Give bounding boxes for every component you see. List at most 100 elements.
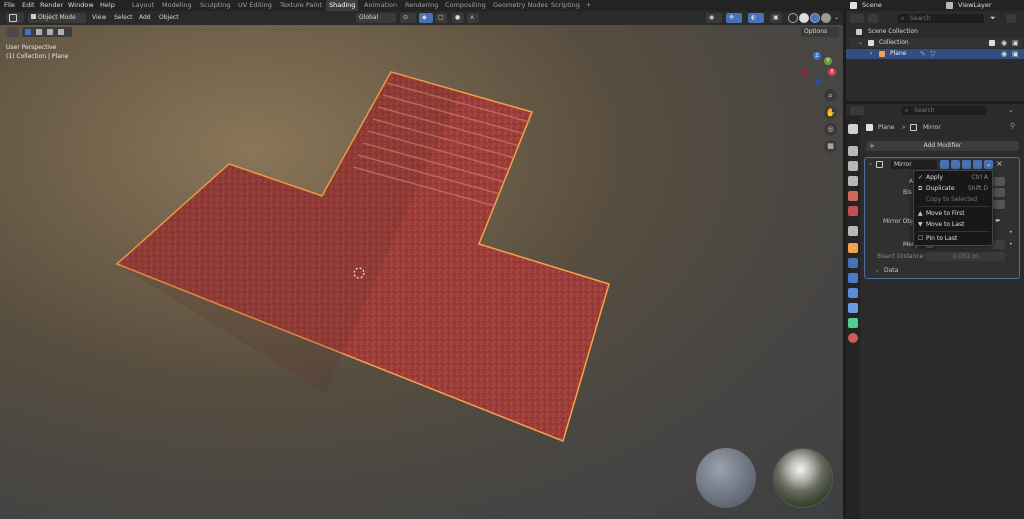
outliner-display-mode-icon[interactable] <box>868 14 878 23</box>
menu-render[interactable]: Render <box>40 0 63 11</box>
menu-edit[interactable]: Edit <box>22 0 35 11</box>
tab-uv-editing[interactable]: UV Editing <box>235 0 275 11</box>
shading-rendered-button[interactable] <box>821 13 831 23</box>
camera-view-icon[interactable]: ◎ <box>824 123 837 136</box>
xray-toggle[interactable]: ▣ <box>770 13 782 23</box>
keyframe-dot-icon[interactable]: • <box>1009 241 1013 248</box>
filter-icon[interactable]: ⏷ <box>990 14 1000 23</box>
add-modifier-button[interactable]: + Add Modifier <box>866 141 1019 151</box>
shading-wireframe-button[interactable] <box>788 13 798 23</box>
pan-hand-icon[interactable]: ✋ <box>824 106 837 119</box>
bisect-distance-field[interactable]: 0.001 m <box>926 252 1005 261</box>
outliner-editor-type-icon[interactable] <box>850 14 864 23</box>
menu-item-move-to-first[interactable]: ▲ Move to First <box>918 209 990 219</box>
scene-tab-icon[interactable] <box>848 191 858 201</box>
properties-editor-type-icon[interactable] <box>850 106 864 115</box>
camera-icon[interactable]: ▣ <box>1012 49 1019 59</box>
tab-compositing[interactable]: Compositing <box>442 0 489 11</box>
tab-geometry-nodes[interactable]: Geometry Nodes <box>490 0 551 11</box>
new-collection-icon[interactable] <box>1006 14 1016 23</box>
chevron-right-icon[interactable]: › <box>870 49 872 59</box>
overlay-toggle[interactable]: ◐ <box>748 13 764 23</box>
menu-item-move-to-last[interactable]: ▼ Move to Last <box>918 220 990 230</box>
snap-target-button[interactable]: ▢ <box>435 13 447 23</box>
view-layer-tab-icon[interactable] <box>848 176 858 186</box>
constraints-tab-icon[interactable] <box>848 303 858 313</box>
collapse-chevron-icon[interactable]: ⌄ <box>868 160 873 167</box>
gizmo-neg-z-axis[interactable] <box>815 78 822 85</box>
navigation-gizmo[interactable]: Z Y X <box>796 48 838 90</box>
eye-icon[interactable]: ◉ <box>1001 38 1007 48</box>
material-tab-icon[interactable] <box>848 333 858 343</box>
render-tab-icon[interactable] <box>848 146 858 156</box>
eyedropper-icon[interactable]: ✒ <box>995 217 1001 225</box>
tab-texture-paint[interactable]: Texture Paint <box>277 0 325 11</box>
particles-tab-icon[interactable] <box>848 273 858 283</box>
menu-help[interactable]: Help <box>100 0 115 11</box>
tab-modeling[interactable]: Modeling <box>159 0 195 11</box>
mode-selector[interactable]: Object Mode <box>28 13 86 23</box>
remove-modifier-close-icon[interactable]: × <box>996 159 1003 168</box>
tab-animation[interactable]: Animation <box>361 0 400 11</box>
viewport-toggle-icon[interactable] <box>962 160 971 169</box>
menu-window[interactable]: Window <box>68 0 94 11</box>
pivot-point-button[interactable]: ⊙ <box>400 13 416 23</box>
output-tab-icon[interactable] <box>848 161 858 171</box>
render-toggle-icon[interactable] <box>973 160 982 169</box>
data-subpanel-label[interactable]: Data <box>884 266 898 275</box>
editor-type-button[interactable] <box>6 13 24 23</box>
checkbox-icon[interactable] <box>989 40 995 46</box>
menu-object[interactable]: Object <box>159 13 179 23</box>
physics-tab-icon[interactable] <box>848 288 858 298</box>
transform-orientation-selector[interactable]: Global <box>356 13 396 23</box>
camera-icon[interactable]: ▣ <box>1012 38 1019 48</box>
mesh-data-tab-icon[interactable] <box>848 318 858 328</box>
modifier-wrench-tab-icon[interactable] <box>848 258 858 268</box>
gizmo-neg-x-axis[interactable] <box>801 69 808 76</box>
shading-solid-button[interactable] <box>799 13 809 23</box>
view-layer-selector[interactable]: ViewLayer <box>958 0 992 11</box>
axis-z-toggle[interactable] <box>993 177 1005 186</box>
menu-item-duplicate[interactable]: ⧉ Duplicate Shift D <box>918 184 990 194</box>
tab-sculpting[interactable]: Sculpting <box>197 0 233 11</box>
menu-select[interactable]: Select <box>114 13 133 23</box>
proportional-falloff-button[interactable]: ∧ <box>467 13 479 23</box>
menu-item-pin-to-last[interactable]: ☐ Pin to Last <box>918 234 990 244</box>
tab-scripting[interactable]: Scripting <box>548 0 583 11</box>
menu-view[interactable]: View <box>92 13 106 23</box>
bisect-z-toggle[interactable] <box>993 188 1005 197</box>
chevron-right-icon[interactable]: › <box>876 268 878 275</box>
gizmo-toggle[interactable]: ✥ <box>726 13 742 23</box>
gizmo-y-axis[interactable]: Y <box>824 57 832 65</box>
menu-item-apply[interactable]: ✓ Apply Ctrl A <box>918 173 990 183</box>
3d-viewport[interactable]: User Perspective (1) Collection | Plane … <box>0 25 843 519</box>
snap-toggle[interactable]: ◆ <box>419 13 433 23</box>
outliner-row-scene-collection[interactable]: Scene Collection <box>850 27 1022 37</box>
shading-material-button[interactable] <box>810 13 820 23</box>
world-tab-icon[interactable] <box>848 206 858 216</box>
tab-rendering[interactable]: Rendering <box>402 0 441 11</box>
gizmo-z-axis[interactable]: Z <box>813 52 821 60</box>
menu-file[interactable]: File <box>4 0 15 11</box>
cage-toggle-icon[interactable] <box>951 160 960 169</box>
add-workspace-button[interactable]: + <box>583 0 594 11</box>
collection-tab-icon[interactable] <box>848 226 858 236</box>
outliner-row-plane[interactable]: › Plane ✎ ▽ ◉ ▣ <box>846 49 1024 59</box>
properties-search-field[interactable]: ⌕ Search <box>902 106 986 115</box>
ortho-grid-icon[interactable]: ▦ <box>824 140 837 153</box>
zoom-icon[interactable]: ⌕ <box>824 89 837 102</box>
keyframe-dot-icon[interactable]: • <box>1009 229 1013 236</box>
object-tab-icon[interactable] <box>848 243 858 253</box>
proportional-edit-button[interactable]: ● <box>452 13 464 23</box>
menu-item-copy-to-selected[interactable]: Copy to Selected <box>918 195 990 205</box>
menu-add[interactable]: Add <box>139 13 151 23</box>
outliner-row-collection[interactable]: ⌄ Collection ◉ ▣ <box>850 38 1022 48</box>
edit-mode-toggle-icon[interactable] <box>940 160 949 169</box>
eye-icon[interactable]: ◉ <box>1001 49 1007 59</box>
modifier-name-field[interactable]: Mirror <box>891 160 937 169</box>
flip-z-toggle[interactable] <box>993 200 1005 209</box>
outliner-search-field[interactable]: ⌕ Search <box>898 14 984 23</box>
panel-options-icon[interactable]: ⌄ <box>1008 106 1018 115</box>
visibility-button[interactable]: ◉ <box>706 13 722 23</box>
tab-layout[interactable]: Layout <box>129 0 157 11</box>
